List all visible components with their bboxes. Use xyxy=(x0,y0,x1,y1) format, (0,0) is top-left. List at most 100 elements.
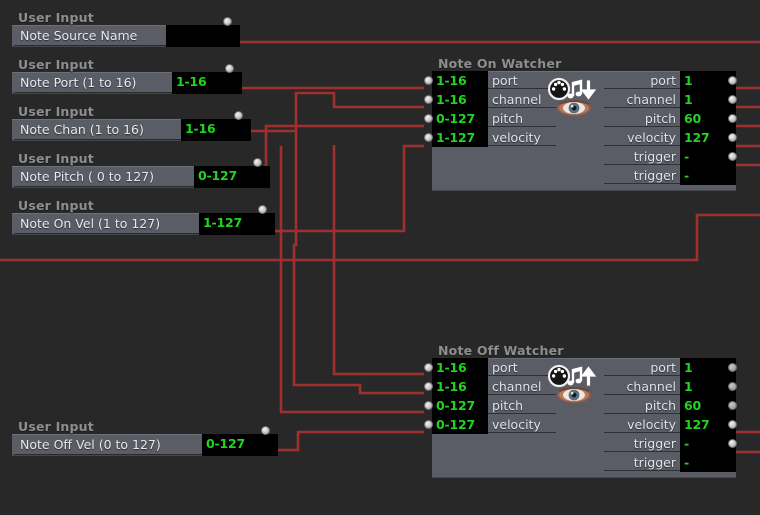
watcher-icon-column xyxy=(556,358,604,377)
watcher-icon-column xyxy=(556,377,604,396)
node-title: User Input xyxy=(18,198,94,213)
user-input-value[interactable]: 1-16 xyxy=(172,72,242,94)
user-input-body[interactable]: Note Pitch ( 0 to 127) 0-127 xyxy=(12,158,270,188)
input-label-empty xyxy=(488,435,556,452)
output-port[interactable] xyxy=(728,152,737,161)
input-port[interactable] xyxy=(424,363,433,372)
input-value[interactable]: 0-127 xyxy=(432,109,488,128)
wire-note-chan-to-off-channel[interactable] xyxy=(292,131,424,395)
output-port-unconnected[interactable] xyxy=(728,363,737,372)
user-input-node-note-chan[interactable]: User Input Note Chan (1 to 16) 1-16 xyxy=(12,104,251,141)
wire-note-pitch-to-off-pitch[interactable] xyxy=(279,146,424,414)
watcher-icon-column xyxy=(556,109,604,128)
output-port[interactable] xyxy=(728,439,737,448)
input-value[interactable]: 1-127 xyxy=(432,128,488,147)
wire-note-pitch-to-on-pitch[interactable] xyxy=(254,124,424,183)
output-port-unconnected[interactable] xyxy=(728,401,737,410)
output-port[interactable] xyxy=(253,158,262,167)
watcher-row: trigger - xyxy=(432,147,736,166)
user-input-value[interactable]: 1-16 xyxy=(181,119,251,141)
output-label: velocity xyxy=(604,416,680,433)
watcher-row: 1-16 port port 1 xyxy=(432,71,736,90)
watcher-row: 0-127 velocity velocity 127 xyxy=(432,415,736,434)
user-input-label: Note Off Vel (0 to 127) xyxy=(14,435,202,455)
watcher-icon-column xyxy=(556,434,604,453)
output-value: - xyxy=(680,453,736,472)
user-input-label: Note Port (1 to 16) xyxy=(14,73,172,93)
user-input-body[interactable]: Note On Vel (1 to 127) 1-127 xyxy=(12,205,275,235)
user-input-value[interactable]: 0-127 xyxy=(202,434,278,456)
watcher-body[interactable]: 1-16 port port 1 1-16 channel channel 1 0-127 pit… xyxy=(432,358,736,478)
input-value[interactable]: 1-16 xyxy=(432,71,488,90)
node-graph-canvas[interactable]: User Input Note Source Name User Input N… xyxy=(0,0,760,515)
output-value: - xyxy=(680,166,736,185)
watcher-row: 1-127 velocity velocity 127 xyxy=(432,128,736,147)
user-input-node-note-port[interactable]: User Input Note Port (1 to 16) 1-16 xyxy=(12,57,242,94)
node-title: Note Off Watcher xyxy=(438,343,564,358)
watcher-node-note-off-watcher[interactable]: Note Off Watcher 1-16 port port 1 1-16 channe… xyxy=(424,343,737,478)
input-port[interactable] xyxy=(424,133,433,142)
input-port[interactable] xyxy=(424,401,433,410)
output-port[interactable] xyxy=(261,426,270,435)
user-input-node-note-source-name[interactable]: User Input Note Source Name xyxy=(12,10,240,47)
user-input-node-note-off-vel[interactable]: User Input Note Off Vel (0 to 127) 0-127 xyxy=(12,419,278,456)
output-port[interactable] xyxy=(728,114,737,123)
output-port-unconnected[interactable] xyxy=(728,382,737,391)
output-port[interactable] xyxy=(728,133,737,142)
output-port[interactable] xyxy=(728,76,737,85)
input-value[interactable]: 1-16 xyxy=(432,90,488,109)
output-port[interactable] xyxy=(258,205,267,214)
input-value[interactable]: 1-16 xyxy=(432,377,488,396)
input-port[interactable] xyxy=(424,95,433,104)
user-input-body[interactable]: Note Source Name xyxy=(12,17,240,47)
output-port[interactable] xyxy=(728,95,737,104)
input-label: velocity xyxy=(488,416,556,433)
input-port[interactable] xyxy=(424,114,433,123)
output-label: channel xyxy=(604,91,680,108)
user-input-body[interactable]: Note Port (1 to 16) 1-16 xyxy=(12,64,242,94)
user-input-label: Note On Vel (1 to 127) xyxy=(14,214,199,234)
output-port[interactable] xyxy=(234,111,243,120)
input-value[interactable]: 1-16 xyxy=(432,358,488,377)
node-title: User Input xyxy=(18,57,94,72)
user-input-node-note-on-vel[interactable]: User Input Note On Vel (1 to 127) 1-127 xyxy=(12,198,275,235)
input-label: port xyxy=(488,359,556,376)
watcher-body[interactable]: 1-16 port port 1 1-16 channel channel 1 0-127 pit… xyxy=(432,71,736,191)
watcher-icon-column xyxy=(556,415,604,434)
wire-off-watcher-in-port[interactable] xyxy=(332,145,424,376)
wire-note-chan-to-on-channel[interactable] xyxy=(239,91,424,133)
user-input-body[interactable]: Note Off Vel (0 to 127) 0-127 xyxy=(12,426,278,456)
user-input-value[interactable]: 1-127 xyxy=(199,213,275,235)
watcher-icon-column xyxy=(556,453,604,472)
output-port[interactable] xyxy=(225,64,234,73)
user-input-body[interactable]: Note Chan (1 to 16) 1-16 xyxy=(12,111,251,141)
input-value[interactable]: 0-127 xyxy=(432,396,488,415)
wire-note-offvel-to-off-velocity[interactable] xyxy=(254,430,424,452)
input-value-empty xyxy=(432,434,488,453)
output-port[interactable] xyxy=(223,17,232,26)
node-title: Note On Watcher xyxy=(438,56,562,71)
user-input-node-note-pitch[interactable]: User Input Note Pitch ( 0 to 127) 0-127 xyxy=(12,151,270,188)
watcher-node-note-on-watcher[interactable]: Note On Watcher 1-16 port port 1 1-16 channel… xyxy=(424,56,737,191)
input-label-empty xyxy=(488,167,556,184)
input-port[interactable] xyxy=(424,382,433,391)
input-port[interactable] xyxy=(424,76,433,85)
input-port[interactable] xyxy=(424,420,433,429)
output-label: port xyxy=(604,72,680,89)
user-input-label: Note Chan (1 to 16) xyxy=(14,120,181,140)
input-label: pitch xyxy=(488,110,556,127)
watcher-icon-column xyxy=(556,166,604,185)
input-label: channel xyxy=(488,378,556,395)
output-label: trigger xyxy=(604,435,680,452)
wire-note-onvel-to-on-velocity[interactable] xyxy=(261,144,424,233)
input-value[interactable]: 0-127 xyxy=(432,415,488,434)
node-title: User Input xyxy=(18,419,94,434)
user-input-value[interactable]: 0-127 xyxy=(194,166,270,188)
output-port[interactable] xyxy=(728,420,737,429)
output-label: channel xyxy=(604,378,680,395)
output-label: trigger xyxy=(604,148,680,165)
output-label: trigger xyxy=(604,454,680,471)
input-label: pitch xyxy=(488,397,556,414)
watcher-row: 1-16 port port 1 xyxy=(432,358,736,377)
user-input-value[interactable] xyxy=(166,25,240,47)
